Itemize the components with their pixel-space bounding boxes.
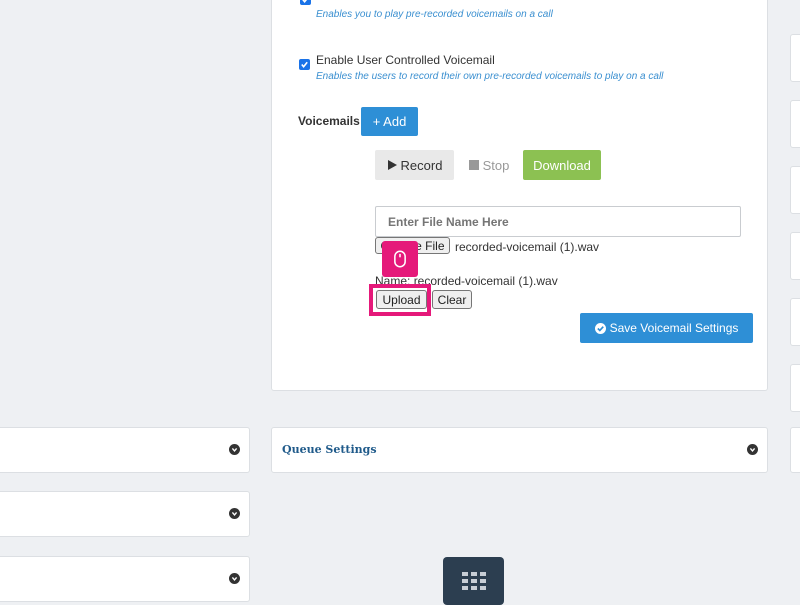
save-voicemail-settings-button[interactable]: Save Voicemail Settings xyxy=(580,313,753,343)
check-circle-icon xyxy=(594,322,606,334)
right-panel-2 xyxy=(790,100,800,148)
chevron-circle-down-icon[interactable] xyxy=(747,444,758,455)
voicemail-settings-panel: Enables you to play pre-recorded voicema… xyxy=(271,0,768,391)
check-icon[interactable] xyxy=(300,0,311,5)
voicemails-label: Voicemails xyxy=(298,114,360,128)
file-name-input[interactable] xyxy=(375,206,741,237)
play-icon xyxy=(387,160,397,170)
right-panel-4 xyxy=(790,232,800,280)
name-value: recorded-voicemail (1).wav xyxy=(413,274,558,288)
left-collapsible-3[interactable] xyxy=(0,556,250,602)
chevron-circle-down-icon[interactable] xyxy=(229,444,240,455)
option2-help: Enables the users to record their own pr… xyxy=(316,71,664,82)
right-panel-6 xyxy=(790,364,800,412)
app-grid-launcher[interactable] xyxy=(443,557,504,605)
right-panel-5 xyxy=(790,298,800,346)
save-label: Save Voicemail Settings xyxy=(609,321,739,335)
queue-settings-panel[interactable]: Queue Settings xyxy=(271,427,768,473)
upload-highlight-box xyxy=(369,284,431,316)
stop-button[interactable]: Stop xyxy=(458,150,520,180)
record-label: Record xyxy=(400,157,443,173)
stop-label: Stop xyxy=(482,157,510,173)
add-voicemail-button[interactable]: + Add xyxy=(361,107,418,136)
stop-square-icon xyxy=(468,160,479,170)
grid-icon xyxy=(461,572,486,590)
left-collapsible-1[interactable] xyxy=(0,427,250,473)
clear-button[interactable]: Clear xyxy=(432,290,472,309)
mouse-cursor-badge xyxy=(382,241,418,277)
right-panel-1 xyxy=(790,34,800,82)
right-panel-3 xyxy=(790,166,800,214)
option1-help: Enables you to play pre-recorded voicema… xyxy=(316,9,553,20)
download-button[interactable]: Download xyxy=(523,150,601,180)
queue-settings-title[interactable]: Queue Settings xyxy=(282,443,377,456)
chevron-circle-down-icon[interactable] xyxy=(229,508,240,519)
left-collapsible-2[interactable] xyxy=(0,491,250,537)
check-icon[interactable] xyxy=(299,59,310,70)
mouse-icon xyxy=(394,250,406,268)
chevron-circle-down-icon[interactable] xyxy=(229,573,240,584)
record-button[interactable]: Record xyxy=(375,150,454,180)
right-panel-7 xyxy=(790,427,800,473)
option2-label[interactable]: Enable User Controlled Voicemail xyxy=(316,53,495,67)
chosen-file-name: recorded-voicemail (1).wav xyxy=(455,240,600,254)
